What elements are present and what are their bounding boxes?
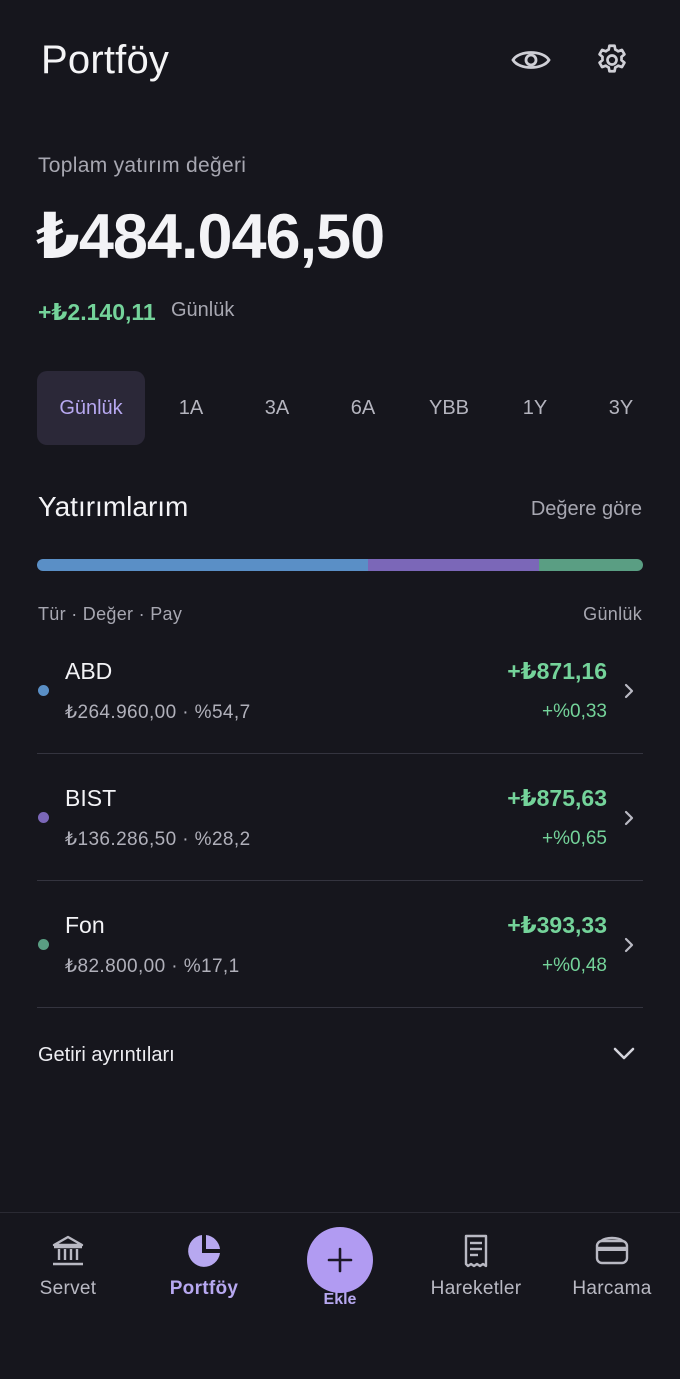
chevron-down-icon <box>613 1047 635 1060</box>
investment-name: BIST <box>65 785 117 811</box>
section-title: Yatırımlarım <box>38 491 189 522</box>
tab-1y[interactable]: 1Y <box>501 371 569 445</box>
allocation-segment-bist <box>368 559 540 571</box>
divider <box>37 753 643 754</box>
color-dot <box>38 812 49 823</box>
investment-value-share: ₺264.960,00 · %54,7 <box>65 702 251 723</box>
investment-name: ABD <box>65 658 113 684</box>
sort-button[interactable]: Değere göre <box>531 498 642 521</box>
investment-daily-change: +₺871,16 <box>507 658 607 684</box>
add-label: Ekle <box>323 1291 357 1308</box>
return-details-toggle[interactable]: Getiri ayrıntıları <box>37 1032 643 1082</box>
bank-icon <box>52 1235 84 1266</box>
investment-value-share: ₺82.800,00 · %17,1 <box>65 956 240 977</box>
allocation-segment-abd <box>37 559 369 571</box>
return-details-label: Getiri ayrıntıları <box>38 1044 175 1066</box>
allocation-bar <box>37 559 643 571</box>
eye-icon[interactable] <box>509 38 553 82</box>
investment-daily-change: +₺875,63 <box>507 785 607 811</box>
page-title: Portföy <box>41 38 170 82</box>
nav-item-hareketler[interactable]: Hareketler <box>416 1233 536 1300</box>
chevron-right-icon <box>624 810 634 826</box>
nav-label: Portföy <box>169 1278 239 1299</box>
gear-icon[interactable] <box>590 38 634 82</box>
receipt-icon <box>464 1234 488 1268</box>
column-header-right: Günlük <box>583 604 642 624</box>
bottom-nav: Servet Portföy Ekle Hareketler Harcama <box>0 1212 680 1379</box>
investment-daily-pct: +%0,65 <box>542 828 607 849</box>
column-header-left: Tür · Değer · Pay <box>38 604 183 624</box>
allocation-segment-fon <box>539 559 643 571</box>
total-label: Toplam yatırım değeri <box>38 154 247 177</box>
investment-daily-pct: +%0,33 <box>542 701 607 722</box>
investment-row-fon[interactable]: Fon ₺82.800,00 · %17,1 +₺393,33 +%0,48 <box>37 882 643 1008</box>
pie-chart-icon <box>188 1235 220 1267</box>
divider <box>37 1007 643 1008</box>
nav-label: Servet <box>39 1278 97 1299</box>
nav-item-servet[interactable]: Servet <box>8 1233 128 1300</box>
daily-change: +₺2.140,11 <box>38 299 156 325</box>
chevron-right-icon <box>624 683 634 699</box>
divider <box>37 880 643 881</box>
chevron-right-icon <box>624 937 634 953</box>
investment-value-share: ₺136.286,50 · %28,2 <box>65 829 251 850</box>
investment-daily-change: +₺393,33 <box>507 912 607 938</box>
wallet-icon <box>595 1236 629 1265</box>
plus-icon <box>327 1247 353 1273</box>
nav-label: Hareketler <box>430 1278 522 1299</box>
color-dot <box>38 939 49 950</box>
nav-item-portfoy[interactable]: Portföy <box>144 1233 264 1300</box>
add-button[interactable] <box>307 1227 373 1293</box>
investment-row-abd[interactable]: ABD ₺264.960,00 · %54,7 +₺871,16 +%0,33 <box>37 628 643 754</box>
tab-3y[interactable]: 3Y <box>587 371 655 445</box>
tab-gunluk[interactable]: Günlük <box>37 371 145 445</box>
investment-daily-pct: +%0,48 <box>542 955 607 976</box>
tab-3a[interactable]: 3A <box>243 371 311 445</box>
color-dot <box>38 685 49 696</box>
investment-name: Fon <box>65 912 105 938</box>
daily-change-label: Günlük <box>171 299 235 321</box>
tab-ybb[interactable]: YBB <box>415 371 483 445</box>
total-value: ₺484.046,50 <box>36 202 385 272</box>
range-tabs: Günlük 1A 3A 6A YBB 1Y 3Y <box>37 371 643 445</box>
investment-row-bist[interactable]: BIST ₺136.286,50 · %28,2 +₺875,63 +%0,65 <box>37 755 643 881</box>
nav-item-harcama[interactable]: Harcama <box>552 1233 672 1300</box>
tab-1a[interactable]: 1A <box>157 371 225 445</box>
tab-6a[interactable]: 6A <box>329 371 397 445</box>
nav-label: Harcama <box>572 1278 652 1299</box>
